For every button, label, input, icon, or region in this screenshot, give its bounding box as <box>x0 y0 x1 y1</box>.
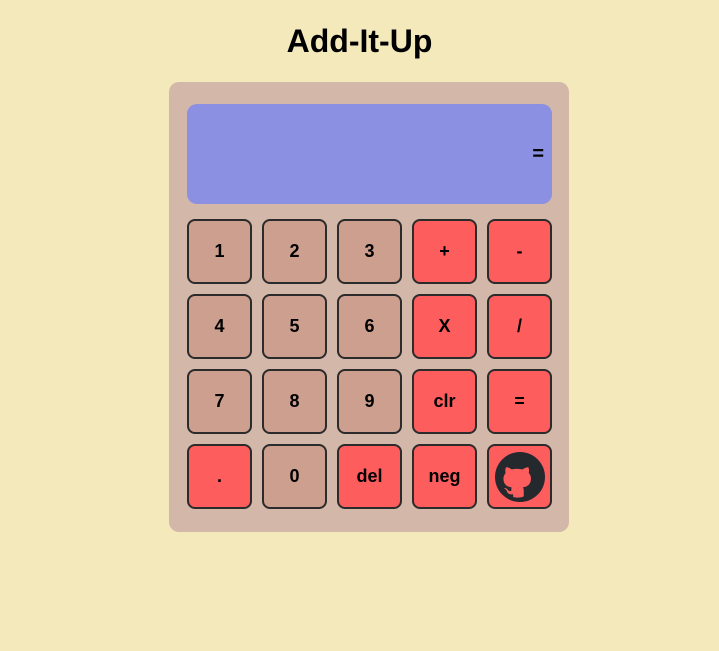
keypad: 1 2 3 + - 4 5 6 X / 7 8 9 clr = . 0 del … <box>187 219 552 509</box>
key-6[interactable]: 6 <box>337 294 402 359</box>
key-equals[interactable]: = <box>487 369 552 434</box>
key-delete[interactable]: del <box>337 444 402 509</box>
github-icon <box>494 451 545 502</box>
key-9[interactable]: 9 <box>337 369 402 434</box>
display-equals-sign: = <box>532 142 544 165</box>
key-negate[interactable]: neg <box>412 444 477 509</box>
key-0[interactable]: 0 <box>262 444 327 509</box>
calculator-display: = <box>187 104 552 204</box>
key-4[interactable]: 4 <box>187 294 252 359</box>
page-title: Add-It-Up <box>286 23 433 59</box>
key-plus[interactable]: + <box>412 219 477 284</box>
key-decimal[interactable]: . <box>187 444 252 509</box>
key-1[interactable]: 1 <box>187 219 252 284</box>
key-minus[interactable]: - <box>487 219 552 284</box>
key-8[interactable]: 8 <box>262 369 327 434</box>
key-3[interactable]: 3 <box>337 219 402 284</box>
github-link-button[interactable] <box>487 444 552 509</box>
key-clear[interactable]: clr <box>412 369 477 434</box>
calculator: = 1 2 3 + - 4 5 6 X / 7 8 9 clr = . 0 de… <box>169 82 569 532</box>
key-multiply[interactable]: X <box>412 294 477 359</box>
key-7[interactable]: 7 <box>187 369 252 434</box>
key-5[interactable]: 5 <box>262 294 327 359</box>
key-divide[interactable]: / <box>487 294 552 359</box>
key-2[interactable]: 2 <box>262 219 327 284</box>
